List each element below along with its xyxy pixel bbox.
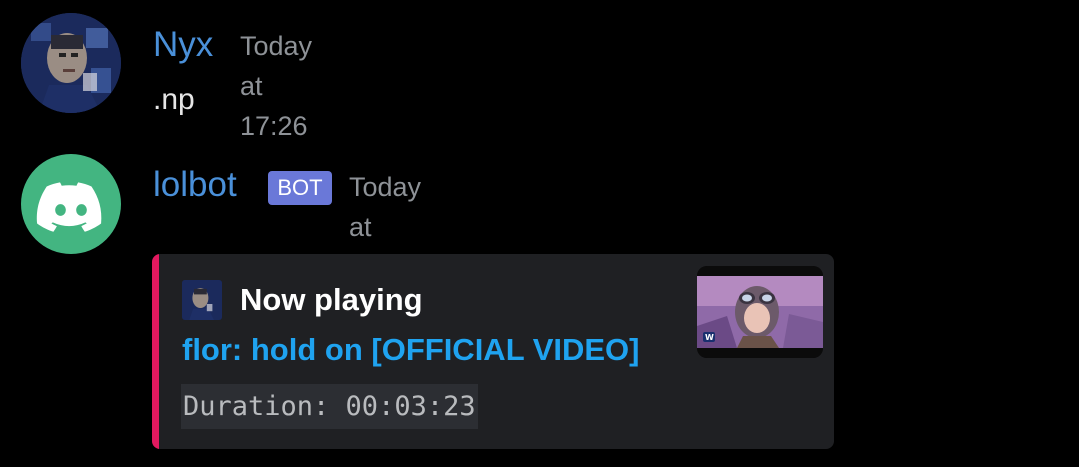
- video-thumbnail[interactable]: W: [697, 266, 823, 358]
- embed-accent-bar: [152, 254, 159, 449]
- username[interactable]: Nyx: [153, 25, 213, 65]
- embed-title-link[interactable]: flor: hold on [OFFICIAL VIDEO]: [182, 330, 639, 370]
- embed-duration: Duration: 00:03:23: [181, 384, 478, 429]
- bot-username[interactable]: lolbot: [153, 165, 237, 205]
- avatar-portrait-icon: [21, 13, 121, 113]
- bot-badge: BOT: [268, 171, 332, 205]
- embed-author: Now playing: [240, 282, 423, 317]
- user-avatar[interactable]: [21, 13, 121, 113]
- message-timestamp: Today at 17:26: [240, 31, 313, 141]
- avatar-portrait-icon: [182, 280, 222, 320]
- bot-avatar[interactable]: [21, 154, 121, 254]
- embed-author-icon: [182, 280, 222, 320]
- now-playing-embed: Now playing flor: hold on [OFFICIAL VIDE…: [152, 254, 834, 449]
- discord-logo-icon: [36, 182, 102, 232]
- message-content: .np: [153, 83, 195, 116]
- video-thumbnail-icon: W: [697, 266, 823, 358]
- svg-text:W: W: [705, 333, 714, 342]
